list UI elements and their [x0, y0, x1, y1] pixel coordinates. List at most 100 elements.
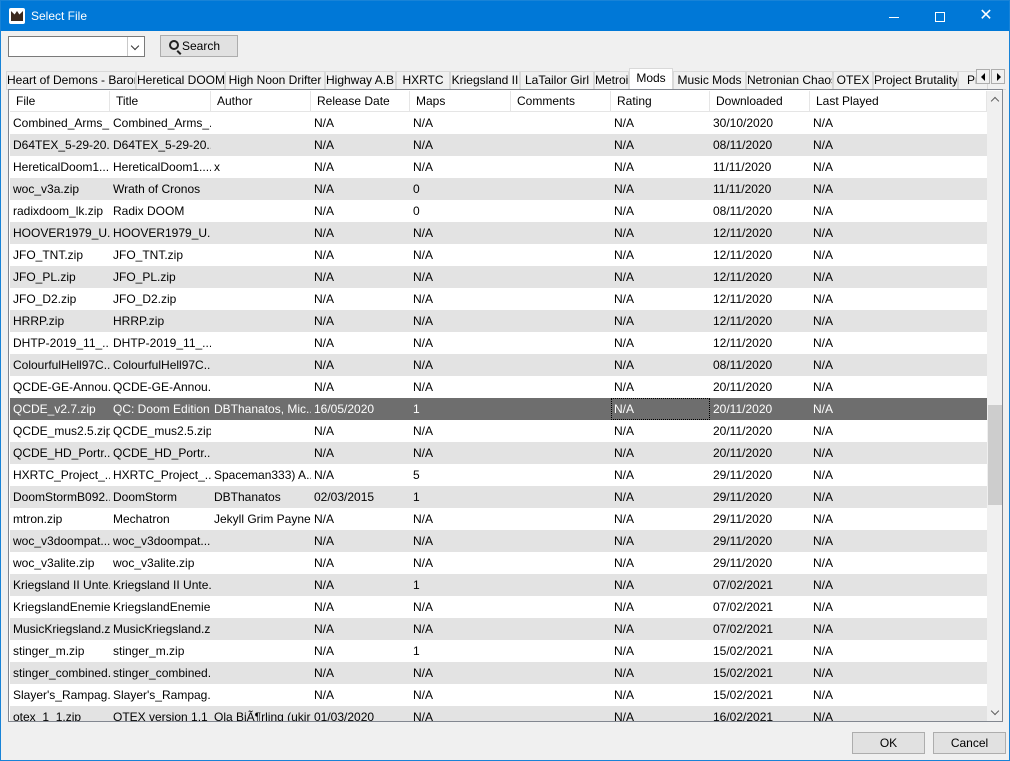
tab-heart-of-demons-baron[interactable]: Heart of Demons - Baron — [6, 71, 136, 89]
tab-kriegsland-ii[interactable]: Kriegsland II — [450, 71, 520, 89]
cell-last-played: N/A — [813, 600, 834, 614]
cell-release-date: N/A — [314, 270, 335, 284]
tab-heretical-doom[interactable]: Heretical DOOM — [136, 71, 225, 89]
table-row[interactable]: HOOVER1979_U... HOOVER1979_U... N/A N/A N/A 1… — [10, 222, 987, 244]
search-input[interactable] — [9, 37, 127, 56]
cell-maps: N/A — [413, 666, 434, 680]
search-combobox[interactable] — [8, 36, 145, 57]
table-row[interactable]: MusicKriegsland.zip MusicKriegsland.zip N/… — [10, 618, 987, 640]
table-row[interactable]: stinger_combined... stinger_combined... N/… — [10, 662, 987, 684]
ok-button[interactable]: OK — [852, 732, 925, 754]
cell-comments — [511, 222, 611, 244]
column-header-downloaded[interactable]: Downloaded — [710, 91, 810, 112]
column-header-title[interactable]: Title — [110, 91, 211, 112]
table-row[interactable]: QCDE_HD_Portr... QCDE_HD_Portr... N/A N/A N/… — [10, 442, 987, 464]
tab-scroll-right-button[interactable] — [991, 69, 1005, 84]
table-row[interactable]: KriegslandEnemie... KriegslandEnemie... N/… — [10, 596, 987, 618]
cell-author — [211, 420, 311, 442]
tab-hxrtc[interactable]: HXRTC — [396, 71, 450, 89]
table-row[interactable]: QCDE_mus2.5.zip QCDE_mus2.5.zip N/A N/A N/A 2… — [10, 420, 987, 442]
table-row[interactable]: woc_v3a.zip Wrath of Cronos N/A 0 N/A 11/11/2… — [10, 178, 987, 200]
cell-comments — [511, 662, 611, 684]
cell-author — [211, 222, 311, 244]
table-row[interactable]: ColourfulHell97C... ColourfulHell97C... N/… — [10, 354, 987, 376]
column-header-author[interactable]: Author — [211, 91, 311, 112]
cell-rating: N/A — [614, 666, 635, 680]
table-row[interactable]: woc_v3doompat... woc_v3doompat... N/A N/A N/… — [10, 530, 987, 552]
search-button[interactable]: Search — [160, 35, 238, 57]
maximize-button[interactable] — [917, 1, 963, 31]
column-header-release-date[interactable]: Release Date — [311, 91, 410, 112]
tab-mods[interactable]: Mods — [629, 68, 673, 89]
cell-file: MusicKriegsland.zip — [13, 622, 110, 636]
cell-downloaded: 12/11/2020 — [713, 292, 773, 306]
cell-file: JFO_D2.zip — [13, 292, 77, 306]
cell-rating: N/A — [614, 622, 635, 636]
chevron-down-icon[interactable] — [127, 37, 144, 56]
cell-comments — [511, 706, 611, 721]
column-header-file[interactable]: File — [10, 91, 110, 112]
column-header-last-played[interactable]: Last Played — [810, 91, 987, 112]
tab-scroll-left-button[interactable] — [976, 69, 990, 84]
cell-release-date: N/A — [314, 622, 335, 636]
cell-last-played: N/A — [813, 710, 834, 721]
table-row[interactable]: radixdoom_lk.zip Radix DOOM N/A 0 N/A 08/11/2… — [10, 200, 987, 222]
table-row[interactable]: QCDE_v2.7.zip QC: Doom Edition DBThanatos,… — [10, 398, 987, 420]
table-row[interactable]: Kriegsland II Unte... Kriegsland II Unte.… — [10, 574, 987, 596]
table-row[interactable]: HereticalDoom1.... HereticalDoom1.... x N/A… — [10, 156, 987, 178]
cell-author — [211, 574, 311, 596]
cell-rating: N/A — [614, 248, 635, 262]
cancel-button[interactable]: Cancel — [933, 732, 1006, 754]
cell-comments — [511, 420, 611, 442]
tab-metroid[interactable]: Metroid — [594, 71, 629, 89]
table-row[interactable]: DHTP-2019_11_... DHTP-2019_11_... N/A N/A N/… — [10, 332, 987, 354]
table-row[interactable]: JFO_PL.zip JFO_PL.zip N/A N/A N/A 12/11/2020 N… — [10, 266, 987, 288]
cell-comments — [511, 530, 611, 552]
tab-project-brutality[interactable]: Project Brutality — [873, 71, 958, 89]
table-row[interactable]: otex_1_1.zip OTEX version 1.1 Ola BjÃ¶rlin… — [10, 706, 987, 721]
cell-release-date: N/A — [314, 446, 335, 460]
cell-release-date: N/A — [314, 688, 335, 702]
cell-maps: N/A — [413, 226, 434, 240]
table-row[interactable]: JFO_D2.zip JFO_D2.zip N/A N/A N/A 12/11/2020 N… — [10, 288, 987, 310]
cell-file: DoomStormB092.... — [13, 490, 110, 504]
tab-high-noon-drifter[interactable]: High Noon Drifter — [225, 71, 325, 89]
table-row[interactable]: woc_v3alite.zip woc_v3alite.zip N/A N/A N/A 2… — [10, 552, 987, 574]
table-row[interactable]: stinger_m.zip stinger_m.zip N/A 1 N/A 15/02/2… — [10, 640, 987, 662]
table-row[interactable]: HRRP.zip HRRP.zip N/A N/A N/A 12/11/2020 N/A — [10, 310, 987, 332]
cell-maps: 1 — [413, 402, 420, 416]
cell-downloaded: 29/11/2020 — [713, 512, 773, 526]
cell-title: QCDE_HD_Portr... — [113, 446, 211, 460]
tab-netronian-chaos[interactable]: Netronian Chaos — [746, 71, 833, 89]
close-button[interactable]: ✕ — [963, 1, 1009, 31]
table-row[interactable]: JFO_TNT.zip JFO_TNT.zip N/A N/A N/A 12/11/202… — [10, 244, 987, 266]
table-row[interactable]: DoomStormB092.... DoomStorm DBThanatos 02/0… — [10, 486, 987, 508]
scroll-thumb[interactable] — [988, 405, 1002, 505]
table-row[interactable]: Slayer's_Rampag... Slayer's_Rampag... N/A N… — [10, 684, 987, 706]
cell-rating: N/A — [614, 380, 635, 394]
scroll-up-icon[interactable] — [987, 91, 1002, 108]
cell-maps: N/A — [413, 116, 434, 130]
column-header-rating[interactable]: Rating — [611, 91, 710, 112]
tab-latailor-girl[interactable]: LaTailor Girl — [520, 71, 594, 89]
cell-author: Ola BjÃ¶rling (ukiro) — [214, 710, 311, 721]
column-header-comments[interactable]: Comments — [511, 91, 611, 112]
cell-rating: N/A — [614, 688, 635, 702]
scroll-down-icon[interactable] — [987, 704, 1002, 721]
tab-music-mods[interactable]: Music Mods — [673, 71, 746, 89]
table-row[interactable]: HXRTC_Project_... HXRTC_Project_... Spacem… — [10, 464, 987, 486]
table-row[interactable]: D64TEX_5-29-20... D64TEX_5-29-20... N/A N/A… — [10, 134, 987, 156]
table-row[interactable]: Combined_Arms_... Combined_Arms_... N/A N/A… — [10, 112, 987, 134]
cell-title: DHTP-2019_11_... — [113, 336, 211, 350]
tab-otex[interactable]: OTEX — [833, 71, 873, 89]
tab-highway-a-b[interactable]: Highway A.B. — [325, 71, 396, 89]
vertical-scrollbar[interactable] — [987, 91, 1002, 721]
table-row[interactable]: mtron.zip Mechatron Jekyll Grim Payne... N/… — [10, 508, 987, 530]
cell-downloaded: 08/11/2020 — [713, 204, 773, 218]
cell-comments — [511, 376, 611, 398]
cell-title: Slayer's_Rampag... — [113, 688, 211, 702]
table-row[interactable]: QCDE-GE-Annou... QCDE-GE-Annou... N/A N/A N/… — [10, 376, 987, 398]
cell-file: HOOVER1979_U... — [13, 226, 110, 240]
column-header-maps[interactable]: Maps — [410, 91, 511, 112]
minimize-button[interactable] — [871, 1, 917, 31]
